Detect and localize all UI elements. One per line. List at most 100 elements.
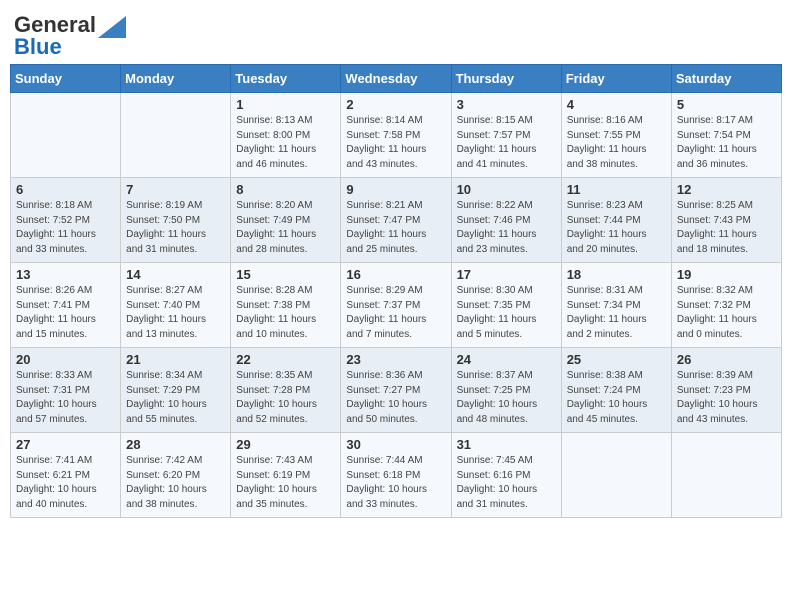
calendar-cell: 13Sunrise: 8:26 AM Sunset: 7:41 PM Dayli… xyxy=(11,263,121,348)
col-header-wednesday: Wednesday xyxy=(341,65,451,93)
day-number: 11 xyxy=(567,182,666,197)
day-number: 25 xyxy=(567,352,666,367)
day-info: Sunrise: 8:37 AM Sunset: 7:25 PM Dayligh… xyxy=(457,369,556,427)
page-header: General Blue xyxy=(10,10,782,58)
day-number: 2 xyxy=(346,97,445,112)
day-info: Sunrise: 8:28 AM Sunset: 7:38 PM Dayligh… xyxy=(236,284,335,342)
col-header-monday: Monday xyxy=(121,65,231,93)
day-number: 17 xyxy=(457,267,556,282)
calendar-cell: 25 Sunrise: 8:38 AM Sunset: 7:24 PM Dayli… xyxy=(561,348,671,433)
calendar-cell: 11 Sunrise: 8:23 AM Sunset: 7:44 PM Dayli… xyxy=(561,178,671,263)
day-info: Sunrise: 8:17 AM Sunset: 7:54 PM Dayligh… xyxy=(677,114,776,172)
day-info: Sunrise: 8:18 AM Sunset: 7:52 PM Dayligh… xyxy=(16,199,115,257)
day-number: 1 xyxy=(236,97,335,112)
calendar-cell: 28 Sunrise: 7:42 AM Sunset: 6:20 PM Dayli… xyxy=(121,433,231,518)
calendar-cell: 7 Sunrise: 8:19 AM Sunset: 7:50 PM Daylig… xyxy=(121,178,231,263)
day-number: 16 xyxy=(346,267,445,282)
day-number: 23 xyxy=(346,352,445,367)
calendar-cell: 27Sunrise: 7:41 AM Sunset: 6:21 PM Dayli… xyxy=(11,433,121,518)
calendar-cell: 21 Sunrise: 8:34 AM Sunset: 7:29 PM Dayli… xyxy=(121,348,231,433)
day-info: Sunrise: 8:36 AM Sunset: 7:27 PM Dayligh… xyxy=(346,369,445,427)
day-info: Sunrise: 7:45 AM Sunset: 6:16 PM Dayligh… xyxy=(457,454,556,512)
day-number: 10 xyxy=(457,182,556,197)
day-number: 9 xyxy=(346,182,445,197)
calendar-week-5: 27Sunrise: 7:41 AM Sunset: 6:21 PM Dayli… xyxy=(11,433,782,518)
day-info: Sunrise: 8:25 AM Sunset: 7:43 PM Dayligh… xyxy=(677,199,776,257)
day-number: 5 xyxy=(677,97,776,112)
day-number: 4 xyxy=(567,97,666,112)
day-info: Sunrise: 8:19 AM Sunset: 7:50 PM Dayligh… xyxy=(126,199,225,257)
day-info: Sunrise: 8:13 AM Sunset: 8:00 PM Dayligh… xyxy=(236,114,335,172)
day-number: 20 xyxy=(16,352,115,367)
day-info: Sunrise: 7:43 AM Sunset: 6:19 PM Dayligh… xyxy=(236,454,335,512)
day-number: 31 xyxy=(457,437,556,452)
calendar-cell: 26Sunrise: 8:39 AM Sunset: 7:23 PM Dayli… xyxy=(671,348,781,433)
calendar-cell xyxy=(671,433,781,518)
calendar-cell: 20 Sunrise: 8:33 AM Sunset: 7:31 PM Dayli… xyxy=(11,348,121,433)
calendar-cell: 22 Sunrise: 8:35 AM Sunset: 7:28 PM Dayli… xyxy=(231,348,341,433)
day-info: Sunrise: 8:23 AM Sunset: 7:44 PM Dayligh… xyxy=(567,199,666,257)
day-number: 22 xyxy=(236,352,335,367)
day-info: Sunrise: 7:42 AM Sunset: 6:20 PM Dayligh… xyxy=(126,454,225,512)
calendar-cell: 30Sunrise: 7:44 AM Sunset: 6:18 PM Dayli… xyxy=(341,433,451,518)
calendar-cell: 6 Sunrise: 8:18 AM Sunset: 7:52 PM Daylig… xyxy=(11,178,121,263)
day-number: 19 xyxy=(677,267,776,282)
day-info: Sunrise: 8:30 AM Sunset: 7:35 PM Dayligh… xyxy=(457,284,556,342)
calendar-cell: 24 Sunrise: 8:37 AM Sunset: 7:25 PM Dayli… xyxy=(451,348,561,433)
col-header-saturday: Saturday xyxy=(671,65,781,93)
calendar-cell: 4 Sunrise: 8:16 AM Sunset: 7:55 PM Daylig… xyxy=(561,93,671,178)
calendar-cell: 10 Sunrise: 8:22 AM Sunset: 7:46 PM Dayli… xyxy=(451,178,561,263)
day-info: Sunrise: 7:44 AM Sunset: 6:18 PM Dayligh… xyxy=(346,454,445,512)
day-info: Sunrise: 8:20 AM Sunset: 7:49 PM Dayligh… xyxy=(236,199,335,257)
calendar-cell: 5 Sunrise: 8:17 AM Sunset: 7:54 PM Daylig… xyxy=(671,93,781,178)
day-number: 7 xyxy=(126,182,225,197)
day-number: 3 xyxy=(457,97,556,112)
calendar-cell: 2 Sunrise: 8:14 AM Sunset: 7:58 PM Daylig… xyxy=(341,93,451,178)
calendar-week-4: 20 Sunrise: 8:33 AM Sunset: 7:31 PM Dayli… xyxy=(11,348,782,433)
calendar-week-1: 1 Sunrise: 8:13 AM Sunset: 8:00 PM Daylig… xyxy=(11,93,782,178)
day-number: 21 xyxy=(126,352,225,367)
logo: General Blue xyxy=(14,14,126,58)
calendar-cell: 15 Sunrise: 8:28 AM Sunset: 7:38 PM Dayli… xyxy=(231,263,341,348)
day-info: Sunrise: 8:35 AM Sunset: 7:28 PM Dayligh… xyxy=(236,369,335,427)
day-info: Sunrise: 7:41 AM Sunset: 6:21 PM Dayligh… xyxy=(16,454,115,512)
day-info: Sunrise: 8:31 AM Sunset: 7:34 PM Dayligh… xyxy=(567,284,666,342)
calendar-cell: 17 Sunrise: 8:30 AM Sunset: 7:35 PM Dayli… xyxy=(451,263,561,348)
calendar-cell: 31 Sunrise: 7:45 AM Sunset: 6:16 PM Dayli… xyxy=(451,433,561,518)
day-info: Sunrise: 8:26 AM Sunset: 7:41 PM Dayligh… xyxy=(16,284,115,342)
calendar-cell: 1 Sunrise: 8:13 AM Sunset: 8:00 PM Daylig… xyxy=(231,93,341,178)
col-header-thursday: Thursday xyxy=(451,65,561,93)
calendar-cell: 8 Sunrise: 8:20 AM Sunset: 7:49 PM Daylig… xyxy=(231,178,341,263)
day-info: Sunrise: 8:22 AM Sunset: 7:46 PM Dayligh… xyxy=(457,199,556,257)
day-number: 24 xyxy=(457,352,556,367)
day-info: Sunrise: 8:33 AM Sunset: 7:31 PM Dayligh… xyxy=(16,369,115,427)
col-header-sunday: Sunday xyxy=(11,65,121,93)
calendar-cell xyxy=(11,93,121,178)
day-info: Sunrise: 8:29 AM Sunset: 7:37 PM Dayligh… xyxy=(346,284,445,342)
day-info: Sunrise: 8:27 AM Sunset: 7:40 PM Dayligh… xyxy=(126,284,225,342)
day-number: 14 xyxy=(126,267,225,282)
day-info: Sunrise: 8:15 AM Sunset: 7:57 PM Dayligh… xyxy=(457,114,556,172)
calendar-week-2: 6 Sunrise: 8:18 AM Sunset: 7:52 PM Daylig… xyxy=(11,178,782,263)
calendar-cell xyxy=(121,93,231,178)
day-number: 28 xyxy=(126,437,225,452)
day-info: Sunrise: 8:14 AM Sunset: 7:58 PM Dayligh… xyxy=(346,114,445,172)
day-number: 8 xyxy=(236,182,335,197)
day-number: 26 xyxy=(677,352,776,367)
logo-icon xyxy=(98,16,126,38)
calendar-cell: 12 Sunrise: 8:25 AM Sunset: 7:43 PM Dayli… xyxy=(671,178,781,263)
day-number: 12 xyxy=(677,182,776,197)
calendar-week-3: 13Sunrise: 8:26 AM Sunset: 7:41 PM Dayli… xyxy=(11,263,782,348)
day-info: Sunrise: 8:38 AM Sunset: 7:24 PM Dayligh… xyxy=(567,369,666,427)
calendar-cell: 14 Sunrise: 8:27 AM Sunset: 7:40 PM Dayli… xyxy=(121,263,231,348)
col-header-friday: Friday xyxy=(561,65,671,93)
day-number: 6 xyxy=(16,182,115,197)
day-info: Sunrise: 8:34 AM Sunset: 7:29 PM Dayligh… xyxy=(126,369,225,427)
day-info: Sunrise: 8:32 AM Sunset: 7:32 PM Dayligh… xyxy=(677,284,776,342)
calendar-cell: 29 Sunrise: 7:43 AM Sunset: 6:19 PM Dayli… xyxy=(231,433,341,518)
calendar-cell xyxy=(561,433,671,518)
col-header-tuesday: Tuesday xyxy=(231,65,341,93)
day-info: Sunrise: 8:16 AM Sunset: 7:55 PM Dayligh… xyxy=(567,114,666,172)
day-number: 29 xyxy=(236,437,335,452)
day-number: 15 xyxy=(236,267,335,282)
